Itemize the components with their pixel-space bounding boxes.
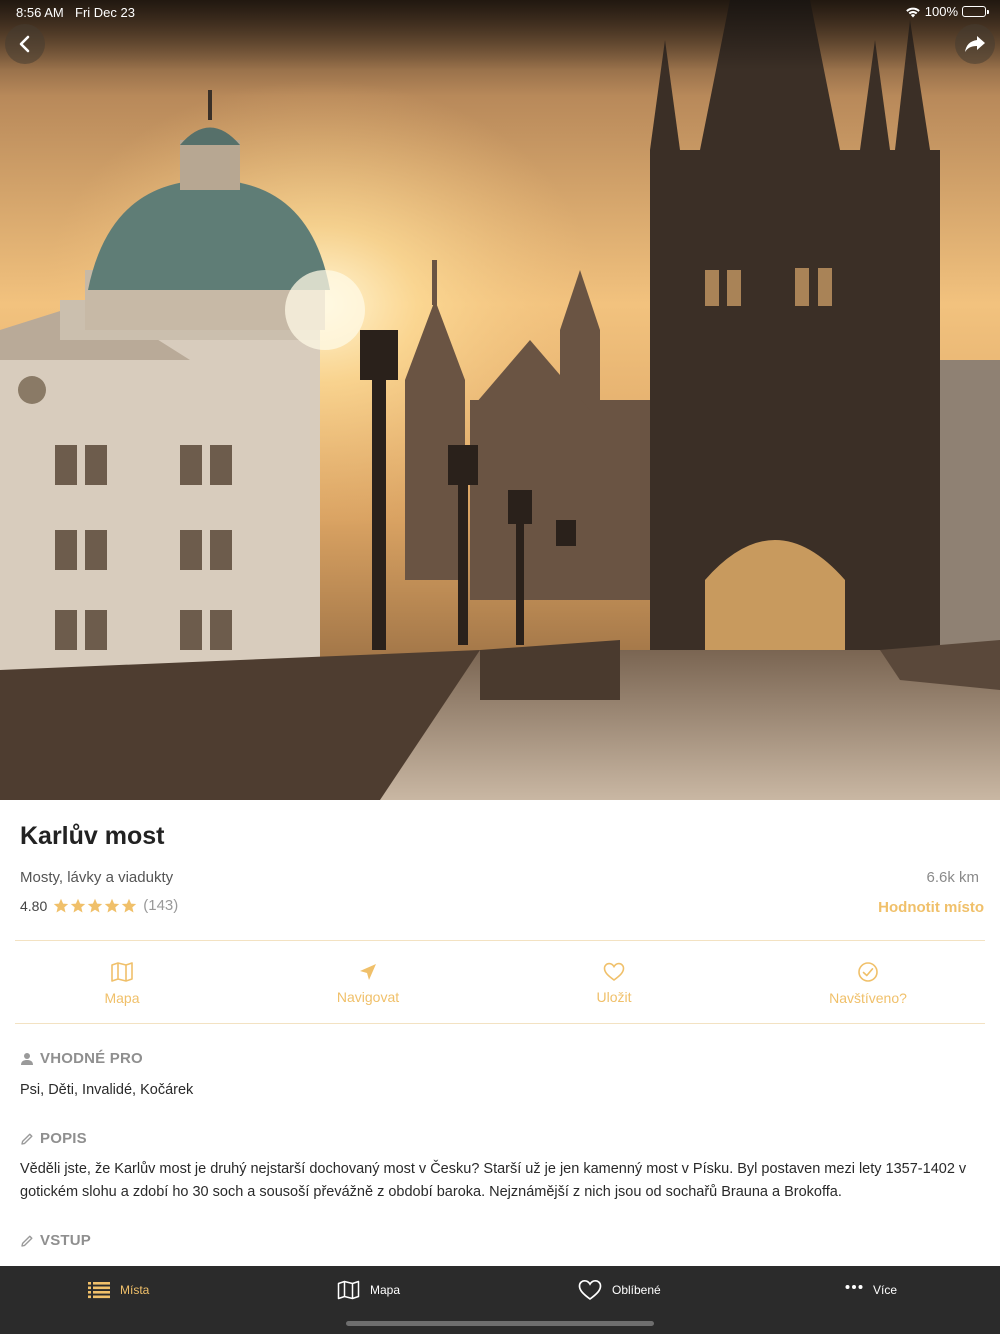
share-button[interactable] [955,24,995,64]
map-action-button[interactable]: Mapa [72,942,172,1024]
tab-places[interactable]: Místa [88,1266,149,1314]
tab-more[interactable]: Více [845,1266,897,1314]
navigate-action-label: Navigovat [336,988,400,1005]
tab-favorites[interactable]: Oblíbené [578,1266,661,1314]
star-icon [54,898,69,912]
place-detail: Karlův most Mosty, lávky a viadukty 6.6k… [0,800,1000,1266]
description-heading-text: POPIS [40,1130,87,1147]
place-distance: 6.6k km [926,869,979,886]
back-button[interactable] [5,24,45,64]
home-indicator [346,1321,654,1326]
back-icon [19,35,30,53]
status-date: Fri Dec 23 [75,5,135,20]
suitable-for-heading-text: VHODNÉ PRO [40,1050,143,1067]
suitable-for-heading: VHODNÉ PRO [20,1050,143,1067]
star-icon [88,898,103,912]
visited-action-button[interactable]: Navštíveno? [808,942,928,1024]
star-icon [122,898,137,912]
tab-bar: Místa Mapa Oblíbené Více [0,1266,1000,1334]
tab-map-label: Mapa [370,1283,401,1297]
wifi-icon [905,7,920,17]
heart-icon [578,1279,602,1301]
entry-heading: VSTUP [20,1232,91,1249]
star-icon [71,898,86,912]
navigate-action-button[interactable]: Navigovat [318,942,418,1024]
tab-places-label: Místa [120,1283,150,1297]
entry-heading-text: VSTUP [40,1232,92,1249]
suitable-for-text: Psi, Děti, Invalidé, Kočárek [20,1082,194,1098]
rating-row: 4.80 (143) [20,897,178,914]
place-title: Karlův most [20,822,165,850]
heart-icon [603,962,625,981]
place-category: Mosty, lávky a viadukty [20,869,174,886]
charles-bridge-image [0,0,1000,800]
pencil-icon [21,1133,33,1145]
status-time: 8:56 AM [16,5,64,20]
pencil-icon [21,1235,33,1247]
rating-stars [53,898,137,914]
rating-count: (143) [143,897,179,914]
share-icon [965,36,985,52]
visited-action-label: Navštíveno? [829,989,907,1006]
map-icon [111,961,133,982]
tab-more-label: Více [873,1283,898,1297]
tab-map[interactable]: Mapa [337,1266,400,1314]
divider [15,1023,985,1024]
rating-value: 4.80 [20,897,48,914]
action-bar: Mapa Navigovat Uložit Navštíveno? [0,942,1000,1024]
description-text: Věděli jste, že Karlův most je druhý nej… [20,1161,967,1200]
dots-icon [845,1285,863,1289]
list-icon [88,1282,110,1299]
hero-photo: 8:56 AM Fri Dec 23 100% [0,0,1000,800]
rate-place-link[interactable]: Hodnotit místo [878,899,984,916]
save-action-button[interactable]: Uložit [564,942,664,1024]
status-indicators: 100% [905,4,989,19]
tab-favorites-label: Oblíbené [612,1283,661,1297]
divider [15,940,985,941]
map-icon [337,1280,360,1300]
description-heading: POPIS [20,1130,87,1147]
check-circle-icon [858,961,878,982]
status-bar: 8:56 AM Fri Dec 23 100% [0,0,1000,24]
navigate-icon [360,963,376,980]
save-action-label: Uložit [596,988,632,1005]
star-icon [105,898,120,912]
battery-icon [962,6,989,17]
map-action-label: Mapa [104,989,140,1006]
battery-percent: 100% [924,4,958,19]
person-icon [21,1052,33,1065]
